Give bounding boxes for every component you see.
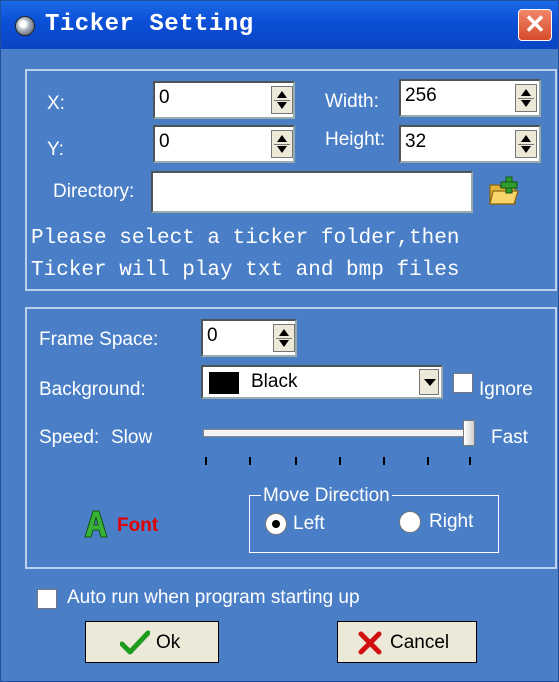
ignore-label: Ignore	[479, 379, 533, 400]
x-spinner[interactable]	[271, 86, 293, 114]
autorun-checkbox[interactable]	[37, 589, 57, 609]
speed-label: Speed:	[39, 427, 100, 448]
right-label: Right	[429, 511, 474, 532]
background-select[interactable]: Black	[201, 365, 443, 399]
y-spinner[interactable]	[271, 130, 293, 158]
ignore-checkbox[interactable]	[453, 373, 473, 393]
frame-space-label: Frame Space:	[39, 329, 159, 350]
x-label: X:	[47, 93, 65, 114]
speed-slider-track[interactable]	[203, 429, 475, 437]
speed-slider-thumb[interactable]	[463, 420, 475, 446]
cancel-label: Cancel	[390, 632, 450, 653]
slider-tick	[205, 457, 207, 465]
window-title: Ticker Setting	[45, 11, 254, 38]
hint-line-2: Ticker will play txt and bmp files	[31, 259, 460, 282]
speed-fast-label: Fast	[491, 427, 528, 448]
slider-tick	[469, 457, 471, 465]
slider-tick	[383, 457, 385, 465]
ok-button[interactable]: Ok	[85, 621, 219, 663]
height-label: Height:	[325, 129, 386, 150]
hint-line-1: Please select a ticker folder,then	[31, 227, 460, 250]
y-label: Y:	[47, 139, 64, 160]
app-icon	[15, 16, 35, 36]
background-value: Black	[251, 371, 298, 392]
directory-input[interactable]	[151, 171, 473, 213]
font-icon[interactable]	[83, 509, 109, 539]
speed-slow-label: Slow	[111, 427, 153, 448]
checkmark-icon	[120, 630, 150, 655]
ticker-setting-dialog: Ticker Setting ✕ X: 0 Y: 0 Width: 256 He…	[0, 0, 559, 682]
slider-tick	[339, 457, 341, 465]
close-button[interactable]: ✕	[518, 9, 552, 41]
move-direction-legend: Move Direction	[261, 485, 392, 507]
folder-add-icon[interactable]	[487, 175, 521, 209]
width-spinner[interactable]	[515, 84, 537, 112]
slider-tick	[427, 457, 429, 465]
ok-label: Ok	[156, 632, 181, 653]
background-label: Background:	[39, 379, 146, 400]
x-icon	[358, 631, 382, 655]
title-bar[interactable]: Ticker Setting ✕	[1, 1, 558, 49]
height-spinner[interactable]	[515, 130, 537, 158]
right-radio[interactable]	[399, 511, 421, 533]
slider-tick	[249, 457, 251, 465]
font-button[interactable]: Font	[117, 515, 158, 537]
frame-space-spinner[interactable]	[273, 324, 295, 352]
slider-tick	[295, 457, 297, 465]
left-radio[interactable]	[265, 513, 287, 535]
cancel-button[interactable]: Cancel	[337, 621, 477, 663]
width-label: Width:	[325, 91, 379, 112]
left-label: Left	[293, 513, 325, 534]
autorun-label: Auto run when program starting up	[67, 587, 360, 608]
directory-label: Directory:	[53, 181, 135, 202]
color-swatch	[209, 372, 239, 394]
chevron-down-icon[interactable]	[419, 369, 439, 395]
